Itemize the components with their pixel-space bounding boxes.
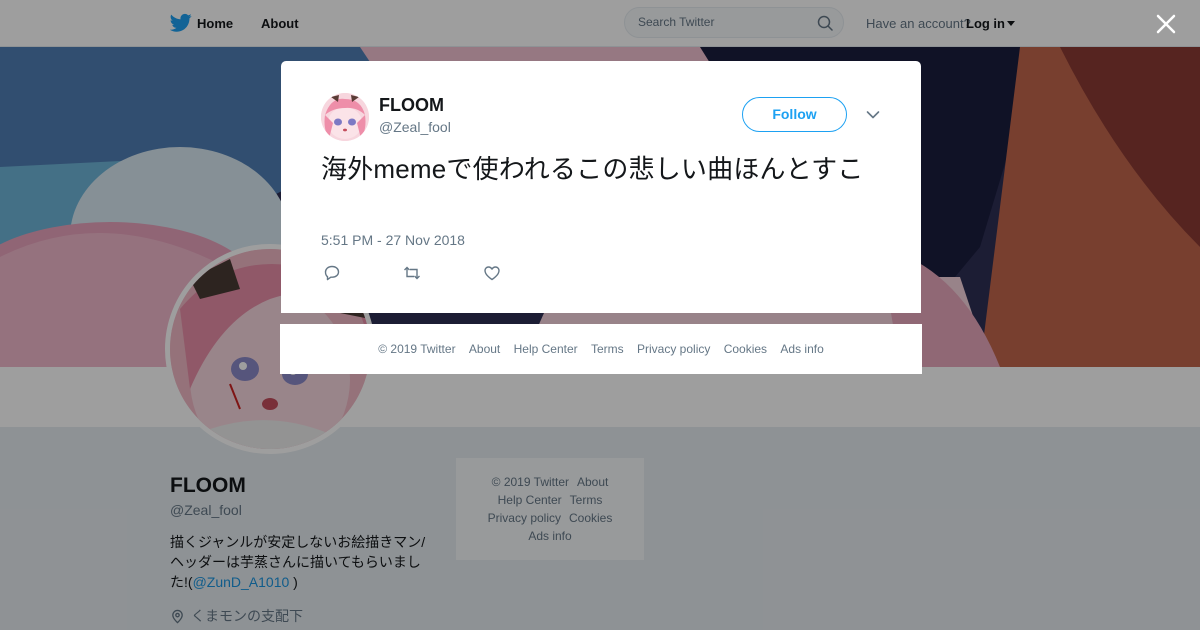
tweet-author-name[interactable]: FLOOM [379, 95, 444, 116]
tweet-avatar-artwork [321, 93, 369, 141]
footer-about[interactable]: About [469, 342, 500, 356]
chevron-down-icon[interactable] [866, 110, 880, 120]
tweet-card: FLOOM @Zeal_fool Follow 海外memeで使われるこの悲しい… [281, 61, 921, 313]
tweet-text: 海外memeで使われるこの悲しい曲ほんとすこ [321, 154, 864, 184]
footer-copyright: © 2019 Twitter [378, 342, 456, 356]
footer-privacy[interactable]: Privacy policy [637, 342, 710, 356]
tweet-timestamp[interactable]: 5:51 PM - 27 Nov 2018 [321, 232, 465, 248]
close-icon[interactable] [1156, 14, 1176, 34]
tweet-avatar[interactable] [321, 93, 369, 141]
footer-cookies[interactable]: Cookies [724, 342, 767, 356]
retweet-icon[interactable] [403, 264, 421, 282]
tweet-author-handle[interactable]: @Zeal_fool [379, 119, 451, 135]
like-icon[interactable] [483, 264, 501, 282]
footer-help[interactable]: Help Center [514, 342, 578, 356]
reply-icon[interactable] [323, 264, 341, 282]
footer-ads[interactable]: Ads info [780, 342, 823, 356]
follow-button[interactable]: Follow [742, 97, 847, 132]
modal-footer: © 2019 Twitter About Help Center Terms P… [280, 324, 922, 374]
footer-terms[interactable]: Terms [591, 342, 624, 356]
